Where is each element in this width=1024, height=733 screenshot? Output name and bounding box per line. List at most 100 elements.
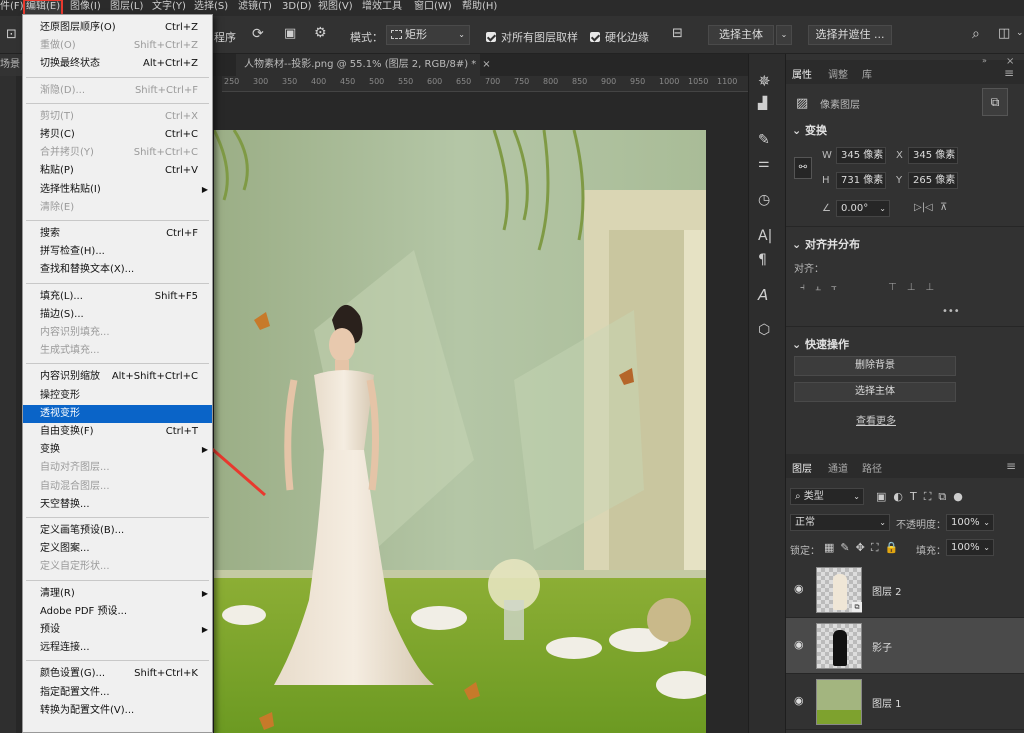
edit-menu-item[interactable]: 定义画笔预设(B)... — [23, 522, 212, 540]
layer-name[interactable]: 图层 2 — [872, 583, 902, 598]
tab-channels[interactable]: 通道 — [828, 460, 848, 475]
3d-cube-icon[interactable]: ⬡ — [758, 322, 770, 338]
divider — [786, 226, 1024, 227]
align-section-title[interactable]: ⌄ 对齐并分布 — [792, 236, 860, 252]
edit-menu-item[interactable]: 描边(S)... — [23, 306, 212, 324]
chevron-down-icon: ⌄ — [853, 492, 860, 501]
edit-menu-item[interactable]: 天空替换... — [23, 496, 212, 514]
fill-field[interactable]: 100% ⌄ — [946, 539, 994, 556]
submenu-arrow-icon: ▶ — [201, 625, 208, 634]
fill-label: 填充： — [916, 546, 946, 557]
edit-menu-item[interactable]: 自由变换(F) Ctrl+T — [23, 423, 212, 441]
collapse-icon[interactable]: » — [982, 56, 987, 65]
brush-settings-icon[interactable]: ⚌ — [758, 156, 770, 171]
more-options-icon[interactable]: ••• — [942, 306, 960, 317]
align-vertical-buttons-icon[interactable]: ⊤⊥⊥ — [888, 282, 944, 293]
edit-menu-item[interactable]: 清理(R) ▶ — [23, 585, 212, 603]
edit-menu-item[interactable]: 拷贝(C) Ctrl+C — [23, 126, 212, 144]
layer-row-layer1[interactable]: ◉ 图层 1 — [786, 674, 1024, 730]
eye-icon[interactable]: ◉ — [794, 583, 806, 595]
edit-menu-item[interactable]: 预设 ▶ — [23, 621, 212, 639]
edit-menu-item[interactable]: 拼写检查(H)... — [23, 243, 212, 261]
tab-properties[interactable]: 属性 — [792, 66, 812, 81]
edit-menu-item: 定义自定形状... — [23, 558, 212, 576]
histogram-icon[interactable]: ▟ — [758, 96, 767, 110]
navigator-icon[interactable]: ✵ — [758, 72, 771, 90]
width-field[interactable]: 345 像素 — [836, 147, 886, 164]
menu-item-label: 天空替换... — [40, 498, 90, 510]
transform-section-title[interactable]: ⌄ 变换 — [792, 122, 827, 138]
properties-panel-icon[interactable]: ⧉ — [982, 88, 1008, 116]
flip-vertical-icon[interactable]: ⊼ — [940, 202, 947, 213]
edit-menu-item[interactable]: 内容识别缩放 Alt+Shift+Ctrl+C — [23, 368, 212, 386]
height-field[interactable]: 731 像素 — [836, 172, 886, 189]
x-field[interactable]: 345 像素 — [908, 147, 958, 164]
view-more-link[interactable]: 查看更多 — [856, 412, 896, 427]
align-buttons-icon[interactable]: ⫞⫠⫟ — [800, 282, 847, 293]
hamburger-icon[interactable]: ≡ — [1004, 66, 1014, 80]
edit-menu-item[interactable]: 指定配置文件... — [23, 684, 212, 702]
menu-item-label: 操控变形 — [40, 389, 80, 401]
link-icon[interactable]: ⚯ — [794, 157, 812, 179]
menu-item-label: 清除(E) — [40, 201, 75, 213]
y-field[interactable]: 265 像素 — [908, 172, 958, 189]
lock-icons[interactable]: ▦✎✥⛶🔒 — [824, 541, 904, 555]
edit-menu-item[interactable]: 操控变形 — [23, 387, 212, 405]
angle-field[interactable]: 0.00° ⌄ — [836, 200, 890, 217]
edit-menu-item[interactable]: 定义图案... — [23, 540, 212, 558]
edit-menu-item: 生成式填充... — [23, 342, 212, 360]
edit-menu-item[interactable]: 填充(L)... Shift+F5 — [23, 288, 212, 306]
eye-icon[interactable]: ◉ — [794, 639, 806, 651]
menu-item-shortcut: Ctrl+V — [164, 165, 198, 177]
edit-menu-item[interactable]: 变换 ▶ — [23, 441, 212, 459]
menu-item-label: 清理(R) — [40, 587, 75, 599]
menu-item-label: 定义自定形状... — [40, 561, 110, 573]
edit-menu-item[interactable]: 粘贴(P) Ctrl+V — [23, 162, 212, 180]
select-subject-quick-button[interactable]: 选择主体 — [794, 382, 956, 402]
edit-menu-item[interactable]: 查找和替换文本(X)... — [23, 261, 212, 279]
edit-menu-item[interactable]: 远程连接... — [23, 639, 212, 657]
menu-item-label: 粘贴(P) — [40, 165, 74, 177]
layer-row-shadow[interactable]: ◉ 影子 — [786, 618, 1024, 674]
layer-name[interactable]: 图层 1 — [872, 695, 902, 710]
edit-menu-item[interactable]: 转换为配置文件(V)... — [23, 702, 212, 720]
tab-libraries[interactable]: 库 — [862, 66, 872, 81]
remove-background-button[interactable]: 删除背景 — [794, 356, 956, 376]
edit-menu-item[interactable]: Adobe PDF 预设... — [23, 603, 212, 621]
brush-icon[interactable]: ✎ — [758, 132, 770, 148]
layer-filter-icons[interactable]: ▣◐T⛶⧉● — [876, 490, 970, 504]
menu-item-label: 拼写检查(H)... — [40, 246, 105, 258]
tab-paths[interactable]: 路径 — [862, 460, 882, 475]
flip-horizontal-icon[interactable]: ▷|◁ — [914, 202, 933, 213]
opacity-field[interactable]: 100% ⌄ — [946, 514, 994, 531]
history-icon[interactable]: ◷ — [758, 192, 770, 208]
edit-menu-item[interactable]: 还原图层顺序(O) Ctrl+Z — [23, 19, 212, 37]
edit-menu-item[interactable]: 选择性粘贴(I) ▶ — [23, 181, 212, 199]
quick-actions-title[interactable]: ⌄ 快速操作 — [792, 336, 849, 352]
edit-menu-item[interactable]: 透视变形 — [23, 404, 212, 423]
menu-item-label: 填充(L)... — [40, 290, 83, 302]
hamburger-icon[interactable]: ≡ — [1006, 459, 1016, 473]
smart-object-icon: ⧉ — [852, 602, 862, 612]
paragraph-icon[interactable]: ¶ — [758, 252, 767, 268]
layer-name[interactable]: 影子 — [872, 639, 892, 654]
menu-item-label: 查找和替换文本(X)... — [40, 264, 135, 276]
menu-item-shortcut: Shift+Ctrl+K — [134, 668, 198, 680]
glyphs-icon[interactable]: A — [758, 286, 768, 304]
menu-item-label: 渐隐(D)... — [40, 84, 86, 96]
tab-adjustments[interactable]: 调整 — [828, 66, 848, 81]
chevron-down-icon: ⌄ — [879, 204, 886, 213]
character-icon[interactable]: A| — [758, 228, 772, 244]
edit-menu-item[interactable]: 搜索 Ctrl+F — [23, 225, 212, 243]
menu-item-label: 自由变换(F) — [40, 426, 94, 437]
edit-menu-item[interactable]: 颜色设置(G)... Shift+Ctrl+K — [23, 665, 212, 683]
eye-icon[interactable]: ◉ — [794, 695, 806, 707]
layer-kind-label: 像素图层 — [820, 100, 860, 111]
tab-layers[interactable]: 图层 — [792, 460, 812, 475]
edit-menu-item[interactable]: 切换最终状态 Alt+Ctrl+Z — [23, 55, 212, 73]
edit-menu-item: 自动混合图层... — [23, 478, 212, 496]
blend-mode-select[interactable]: 正常 ⌄ — [790, 514, 890, 531]
layer-filter-value: 类型 — [803, 491, 824, 502]
layer-filter-select[interactable]: ⌕ 类型 ⌄ — [790, 488, 864, 505]
layer-row-layer2[interactable]: ◉ ⧉ 图层 2 — [786, 562, 1024, 618]
